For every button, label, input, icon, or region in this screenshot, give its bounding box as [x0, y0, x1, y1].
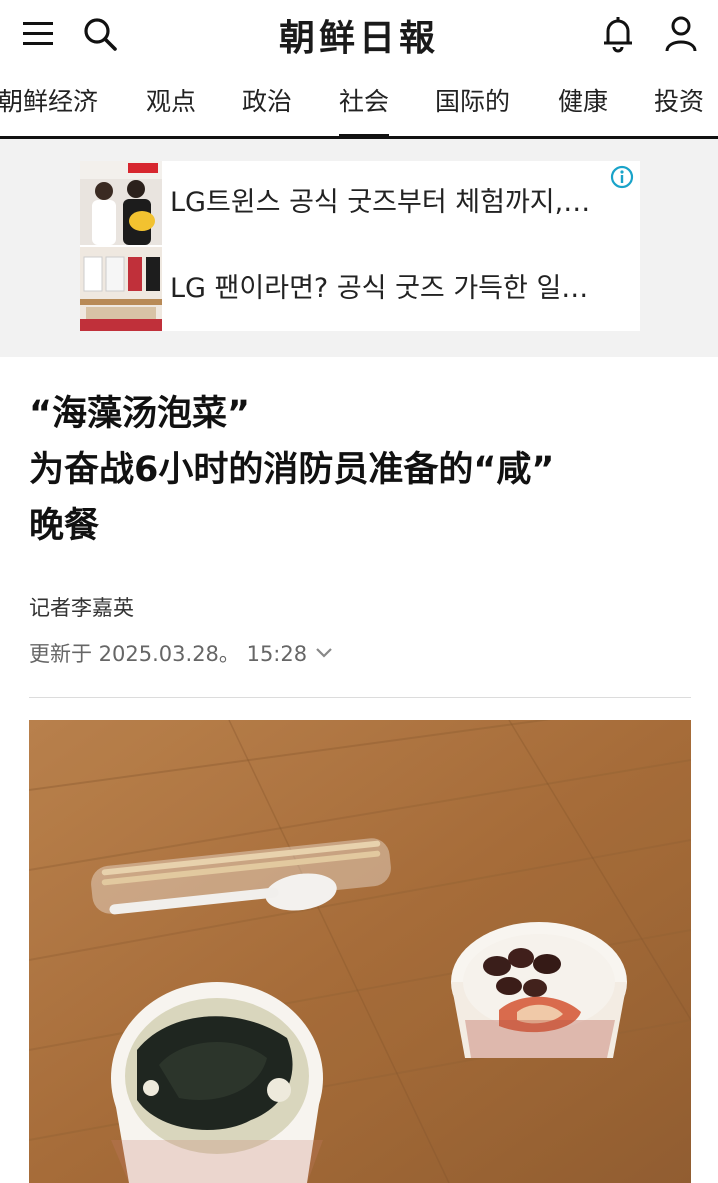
nav-item-society[interactable]: 社会	[339, 70, 390, 136]
article-updated-toggle[interactable]: 更新于 2025.03.28。 15:28	[29, 638, 333, 668]
nav-item-investment[interactable]: 投资	[654, 70, 704, 136]
article-title: “海藻汤泡菜” 为奋战6小时的消防员准备的“咸” 晚餐	[29, 386, 689, 554]
ad-thumbnail	[80, 161, 162, 245]
menu-button[interactable]	[12, 8, 64, 60]
ad-headline: LG트윈스 공식 굿즈부터 체험까지,…	[170, 187, 591, 218]
article-title-line: 为奋战6小时的消防员准备的“咸”	[29, 450, 555, 490]
article-updated-time: 更新于 2025.03.28。 15:28	[29, 642, 308, 666]
notifications-button[interactable]	[592, 8, 644, 60]
ad-card: LG트윈스 공식 굿즈부터 체험까지,… LG 팬이라면? 공식 굿즈 가득한 …	[80, 161, 640, 331]
nav-item-health[interactable]: 健康	[558, 70, 608, 136]
ad-item[interactable]: LG트윈스 공식 굿즈부터 체험까지,…	[80, 161, 640, 245]
top-header: 朝鲜日報	[0, 0, 718, 71]
ad-banner: LG트윈스 공식 굿즈부터 체험까지,… LG 팬이라면? 공식 굿즈 가득한 …	[0, 139, 718, 357]
user-icon	[665, 16, 697, 52]
menu-icon	[23, 22, 53, 45]
account-button[interactable]	[655, 8, 707, 60]
nav-item-international[interactable]: 国际的	[435, 70, 510, 136]
chevron-down-icon	[316, 648, 332, 658]
ad-thumbnail	[80, 247, 162, 331]
article-photo	[29, 720, 691, 1183]
search-icon	[84, 18, 117, 51]
article-byline: 记者李嘉英	[29, 596, 134, 620]
bell-icon	[604, 17, 632, 53]
section-nav: 朝鲜经济 观点 政治 社会 国际的 健康 投资	[0, 70, 718, 139]
info-icon	[610, 165, 634, 189]
nav-item-politics[interactable]: 政治	[242, 70, 292, 136]
nav-item-economy[interactable]: 朝鲜经济	[0, 70, 98, 136]
article-title-line: 晚餐	[29, 506, 100, 546]
ad-headline: LG 팬이라면? 공식 굿즈 가득한 일…	[170, 273, 589, 304]
search-button[interactable]	[74, 8, 126, 60]
ad-info-button[interactable]	[610, 165, 634, 189]
divider	[29, 697, 691, 698]
article-title-line: “海藻汤泡菜”	[29, 394, 251, 434]
nav-item-opinion[interactable]: 观点	[146, 70, 196, 136]
ad-item[interactable]: LG 팬이라면? 공식 굿즈 가득한 일…	[80, 247, 640, 331]
